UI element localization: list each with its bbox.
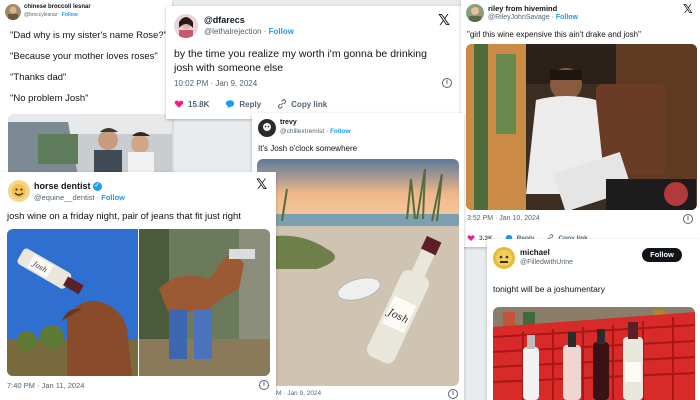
display-name[interactable]: michael xyxy=(520,248,550,257)
follow-link[interactable]: Follow xyxy=(101,193,125,202)
verified-badge-icon: ✓ xyxy=(92,182,102,192)
handle[interactable]: @lethalrejection xyxy=(204,27,261,36)
handle-line: @lethalrejection · Follow xyxy=(204,27,294,36)
tweet-text-line-2: josh with someone else xyxy=(174,62,284,74)
horse-wine-photo[interactable]: Josh xyxy=(7,229,138,376)
tweet-text: josh wine on a friday night, pair of jea… xyxy=(7,211,241,222)
handle[interactable]: @chillextremist xyxy=(280,128,324,135)
info-icon[interactable]: i xyxy=(259,380,269,390)
reply-bubble-icon xyxy=(226,100,235,109)
handle[interactable]: @equine__dentist xyxy=(34,193,95,202)
shopping-cart-wine-photo[interactable] xyxy=(493,307,695,400)
follow-link[interactable]: Follow xyxy=(269,27,294,36)
tweet-line-1: "Dad why is my sister's name Rose?" xyxy=(10,30,167,41)
tweet-card-filledwithurine[interactable]: michael @FilledwithUrine Follow tonight … xyxy=(487,239,700,400)
handle-line: @broccylesnar · Follow xyxy=(24,12,78,18)
tweet-line-4: "No problem Josh" xyxy=(10,93,89,104)
beach-wine-photo[interactable]: Josh xyxy=(257,159,459,386)
timestamp[interactable]: 7:40 PM · Jan 11, 2024 xyxy=(7,381,84,390)
tweet-card-chillextremist[interactable]: trevy @chillextremist · Follow It's Josh… xyxy=(252,113,464,400)
tweet-card-dfarecs[interactable]: @dfarecs @lethalrejection · Follow 𝕏 by … xyxy=(166,6,463,119)
car-photo[interactable] xyxy=(8,114,172,176)
handle[interactable]: @RileyJohnSavage xyxy=(488,14,550,21)
avatar[interactable] xyxy=(493,247,515,269)
handle-line: @chillextremist · Follow xyxy=(280,128,351,135)
x-logo-icon[interactable]: 𝕏 xyxy=(256,177,267,193)
reply-label: Reply xyxy=(239,99,262,109)
info-icon[interactable]: i xyxy=(442,78,452,88)
tweet-text: "girl this wine expensive this ain't dra… xyxy=(467,30,641,39)
display-name-text: horse dentist xyxy=(34,181,91,191)
follow-button[interactable]: Follow xyxy=(642,248,682,262)
handle-line: @RileyJohnSavage · Follow xyxy=(488,14,578,21)
heart-icon xyxy=(174,100,184,108)
tweet-text: tonight will be a joshumentary xyxy=(493,284,605,294)
handle[interactable]: @broccylesnar xyxy=(24,12,57,18)
like-count: 15.8K xyxy=(188,99,210,109)
display-name[interactable]: trevy xyxy=(280,119,297,126)
avatar[interactable] xyxy=(466,4,484,22)
tweet-card-rileyjohnsavage[interactable]: riley from hivemind @RileyJohnSavage · F… xyxy=(461,0,700,247)
copy-link-label: Copy link xyxy=(291,99,328,109)
reply-button[interactable]: Reply xyxy=(225,99,261,109)
display-name[interactable]: horse dentist ✓ xyxy=(34,181,102,192)
action-bar: 15.8K Reply Copy link xyxy=(174,99,343,109)
info-icon[interactable]: i xyxy=(683,214,693,224)
tweet-text: It's Josh o'clock somewhere xyxy=(258,144,358,153)
tweet-text-line-1: by the time you realize my worth i'm gon… xyxy=(174,48,427,60)
timestamp[interactable]: M · Jan 9, 2024 xyxy=(276,390,321,397)
timestamp[interactable]: 3:52 PM · Jan 10, 2024 xyxy=(467,215,540,222)
drake-reading-photo[interactable] xyxy=(466,44,697,210)
avatar[interactable] xyxy=(174,14,198,38)
x-logo-icon[interactable]: 𝕏 xyxy=(438,11,450,29)
tweet-card-broccylesnar[interactable]: chinese broccoli lesnar @broccylesnar · … xyxy=(0,0,172,176)
copy-link-button[interactable]: Copy link xyxy=(277,99,327,109)
follow-link[interactable]: Follow xyxy=(62,12,78,18)
avatar[interactable] xyxy=(258,119,276,137)
timestamp[interactable]: 10:02 PM · Jan 9, 2024 xyxy=(174,79,257,88)
heart-icon xyxy=(467,235,475,241)
tweet-card-equine-dentist[interactable]: horse dentist ✓ @equine__dentist · Follow… xyxy=(0,172,276,400)
avatar[interactable] xyxy=(8,180,30,202)
display-name[interactable]: riley from hivemind xyxy=(488,4,557,13)
follow-link[interactable]: Follow xyxy=(556,14,578,21)
display-name[interactable]: @dfarecs xyxy=(204,15,245,25)
tweet-line-3: "Thanks dad" xyxy=(10,72,67,83)
follow-link[interactable]: Follow xyxy=(330,128,351,135)
handle-line: @equine__dentist · Follow xyxy=(34,193,125,202)
tweet-line-2: "Because your mother loves roses" xyxy=(10,51,158,62)
like-button[interactable]: 15.8K xyxy=(174,99,209,109)
display-name[interactable]: chinese broccoli lesnar xyxy=(24,4,91,10)
handle[interactable]: @FilledwithUrine xyxy=(520,259,573,266)
link-icon xyxy=(278,99,287,109)
horse-jeans-photo[interactable] xyxy=(139,229,270,376)
x-logo-icon[interactable]: 𝕏 xyxy=(683,2,693,16)
info-icon[interactable]: i xyxy=(448,389,458,399)
avatar[interactable] xyxy=(5,4,21,20)
